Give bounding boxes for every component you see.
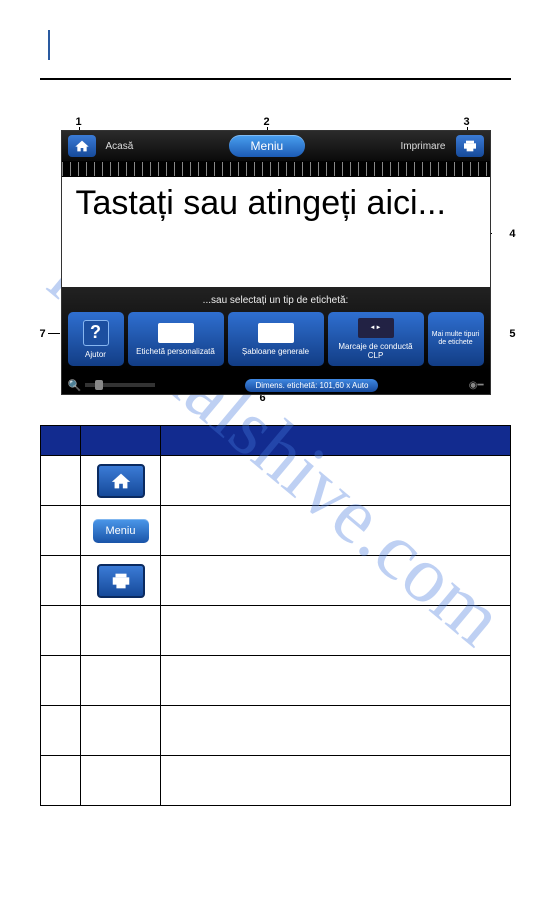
device-ui: Acasă Meniu Imprimare Tastați sau atinge… [61,130,491,395]
zoom-slider[interactable] [85,383,155,387]
home-label: Acasă [106,141,134,152]
legend-header-2 [81,426,161,456]
legend-row-2: Meniu [41,506,511,556]
page-content: 1 2 3 4 5 6 7 Acasă Meniu Imprimare [0,0,551,836]
tile-templates[interactable]: Șabloane generale [228,312,324,366]
ruler [62,161,490,177]
label-size-status: Dimens. etichetă: 101,60 x Auto [245,379,378,392]
legend-header-row [41,426,511,456]
legend-row-6 [41,706,511,756]
media-indicator-icon: ◉━ [469,380,484,391]
tile-more-text: Mai multe tipuri de etichete [432,331,480,346]
tile-custom-label[interactable]: Etichetă personalizată [128,312,224,366]
text-cursor-mark [48,30,50,60]
legend-row-1 [41,456,511,506]
legend-row-4 [41,606,511,656]
device-topbar: Acasă Meniu Imprimare [62,131,490,161]
help-icon: ? [83,320,109,346]
home-icon [74,139,90,153]
callout-line-7 [48,333,60,334]
tile-templates-text: Șabloane generale [242,347,309,356]
tile-pipe-text: Marcaje de conductă CLP [332,342,420,360]
legend-row-3 [41,556,511,606]
legend-row-5 [41,656,511,706]
printer-icon [462,139,478,153]
tile-custom-text: Etichetă personalizată [136,347,215,356]
print-button[interactable] [456,135,484,157]
device-screenshot-wrapper: 1 2 3 4 5 6 7 Acasă Meniu Imprimare [46,130,506,395]
help-button[interactable]: ? Ajutor [68,312,124,366]
zoom-icon: 🔍 [68,379,82,392]
home-icon [110,471,132,491]
legend-table: Meniu [40,425,511,806]
callout-4: 4 [509,228,515,240]
callout-7: 7 [40,328,46,340]
tile-pipe-markers[interactable]: ◄► Marcaje de conductă CLP [328,312,424,366]
lower-panel: ...sau selectați un tip de etichetă: ? A… [62,287,490,372]
tile-custom-icon [158,323,194,343]
legend-header-3 [161,426,511,456]
tile-more-types[interactable]: Mai multe tipuri de etichete [428,312,484,366]
legend-print-button [97,564,145,598]
editor-area[interactable]: Tastați sau atingeți aici... [62,177,490,287]
tile-templates-icon [258,323,294,343]
printer-icon [110,571,132,591]
home-button[interactable] [68,135,96,157]
tile-row: ? Ajutor Etichetă personalizată Șabloane… [68,312,484,366]
menu-button[interactable]: Meniu [229,135,306,157]
legend-menu-button: Meniu [93,519,149,543]
legend-home-button [97,464,145,498]
legend-row-7 [41,756,511,806]
horizontal-rule [40,78,511,80]
legend-header-1 [41,426,81,456]
status-bar: 🔍 Dimens. etichetă: 101,60 x Auto ◉━ [62,376,490,394]
tile-pipe-icon: ◄► [358,318,394,338]
or-select-text: ...sau selectați un tip de etichetă: [68,295,484,306]
callout-5: 5 [509,328,515,340]
help-label: Ajutor [85,350,106,359]
print-label: Imprimare [400,141,445,152]
